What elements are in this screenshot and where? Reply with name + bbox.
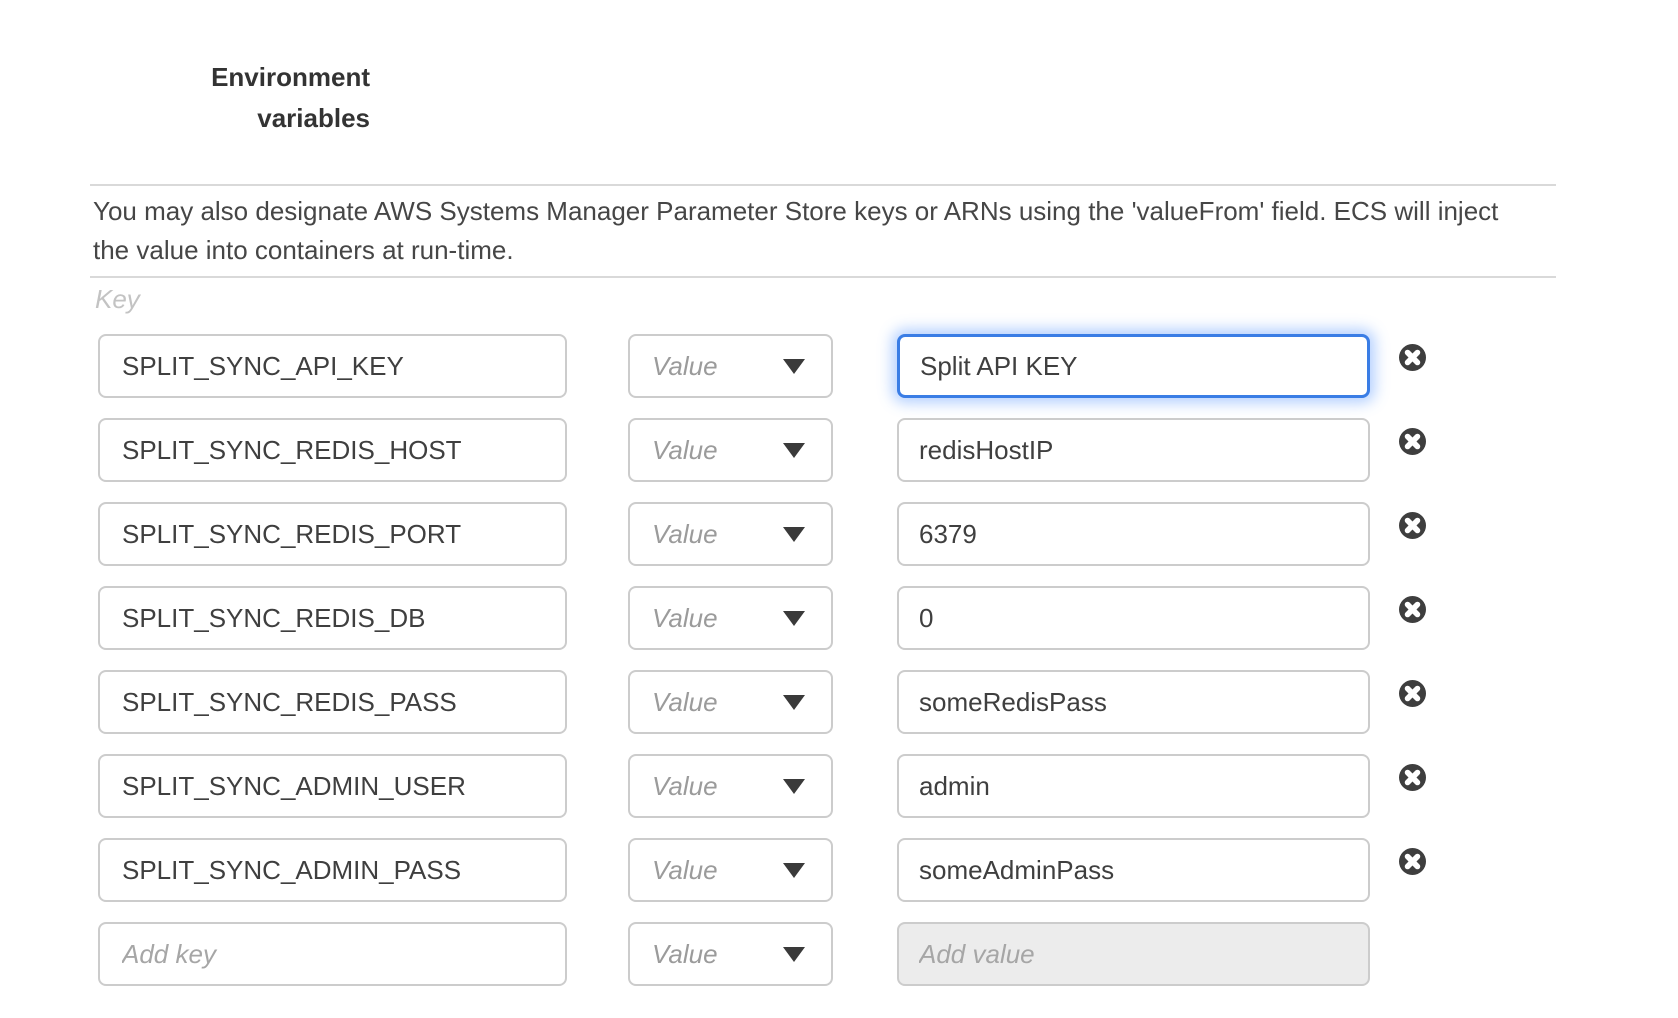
- caret-down-icon: [783, 947, 805, 962]
- divider: [90, 276, 1556, 278]
- env-var-row: Value: [98, 586, 1426, 650]
- circle-x-icon: [1399, 344, 1426, 371]
- remove-variable-button[interactable]: [1399, 344, 1426, 371]
- key-column-header: Key: [95, 284, 140, 315]
- caret-down-icon: [783, 527, 805, 542]
- key-input[interactable]: [98, 670, 567, 734]
- value-type-select[interactable]: Value: [628, 586, 833, 650]
- value-type-select[interactable]: Value: [628, 418, 833, 482]
- caret-down-icon: [783, 611, 805, 626]
- key-input[interactable]: [98, 334, 567, 398]
- remove-variable-button[interactable]: [1399, 428, 1426, 455]
- caret-down-icon: [783, 359, 805, 374]
- value-type-label: Value: [652, 351, 718, 382]
- add-env-var-row: Value: [98, 922, 1426, 986]
- add-key-input[interactable]: [98, 922, 567, 986]
- description-text: You may also designate AWS Systems Manag…: [93, 192, 1533, 270]
- value-type-select[interactable]: Value: [628, 334, 833, 398]
- value-input[interactable]: [897, 418, 1370, 482]
- env-var-rows: Value Value Value: [98, 334, 1426, 1006]
- value-input[interactable]: [897, 586, 1370, 650]
- remove-variable-button[interactable]: [1399, 596, 1426, 623]
- value-type-label: Value: [652, 939, 718, 970]
- env-var-row: Value: [98, 670, 1426, 734]
- value-input[interactable]: [897, 334, 1370, 398]
- value-type-select[interactable]: Value: [628, 838, 833, 902]
- environment-variables-section: Environment variables You may also desig…: [0, 0, 1678, 1018]
- circle-x-icon: [1399, 596, 1426, 623]
- value-type-select[interactable]: Value: [628, 670, 833, 734]
- key-input[interactable]: [98, 838, 567, 902]
- key-input[interactable]: [98, 418, 567, 482]
- caret-down-icon: [783, 443, 805, 458]
- divider: [90, 184, 1556, 186]
- value-input[interactable]: [897, 670, 1370, 734]
- add-value-input[interactable]: [897, 922, 1370, 986]
- value-type-label: Value: [652, 603, 718, 634]
- caret-down-icon: [783, 695, 805, 710]
- remove-variable-button[interactable]: [1399, 512, 1426, 539]
- env-var-row: Value: [98, 334, 1426, 398]
- value-type-label: Value: [652, 771, 718, 802]
- value-input[interactable]: [897, 754, 1370, 818]
- description-line-2: the value into containers at run-time.: [93, 231, 1533, 270]
- circle-x-icon: [1399, 680, 1426, 707]
- key-input[interactable]: [98, 502, 567, 566]
- section-label: Environment variables: [170, 57, 370, 139]
- env-var-row: Value: [98, 838, 1426, 902]
- env-var-row: Value: [98, 502, 1426, 566]
- value-type-label: Value: [652, 687, 718, 718]
- value-type-label: Value: [652, 855, 718, 886]
- key-input[interactable]: [98, 586, 567, 650]
- value-type-select[interactable]: Value: [628, 922, 833, 986]
- caret-down-icon: [783, 779, 805, 794]
- key-input[interactable]: [98, 754, 567, 818]
- value-input[interactable]: [897, 838, 1370, 902]
- caret-down-icon: [783, 863, 805, 878]
- value-type-label: Value: [652, 435, 718, 466]
- value-type-select[interactable]: Value: [628, 502, 833, 566]
- remove-variable-button[interactable]: [1399, 680, 1426, 707]
- circle-x-icon: [1399, 428, 1426, 455]
- value-type-label: Value: [652, 519, 718, 550]
- value-input[interactable]: [897, 502, 1370, 566]
- remove-variable-button[interactable]: [1399, 764, 1426, 791]
- env-var-row: Value: [98, 418, 1426, 482]
- circle-x-icon: [1399, 512, 1426, 539]
- description-line-1: You may also designate AWS Systems Manag…: [93, 192, 1533, 231]
- remove-variable-button[interactable]: [1399, 848, 1426, 875]
- circle-x-icon: [1399, 848, 1426, 875]
- env-var-row: Value: [98, 754, 1426, 818]
- circle-x-icon: [1399, 764, 1426, 791]
- value-type-select[interactable]: Value: [628, 754, 833, 818]
